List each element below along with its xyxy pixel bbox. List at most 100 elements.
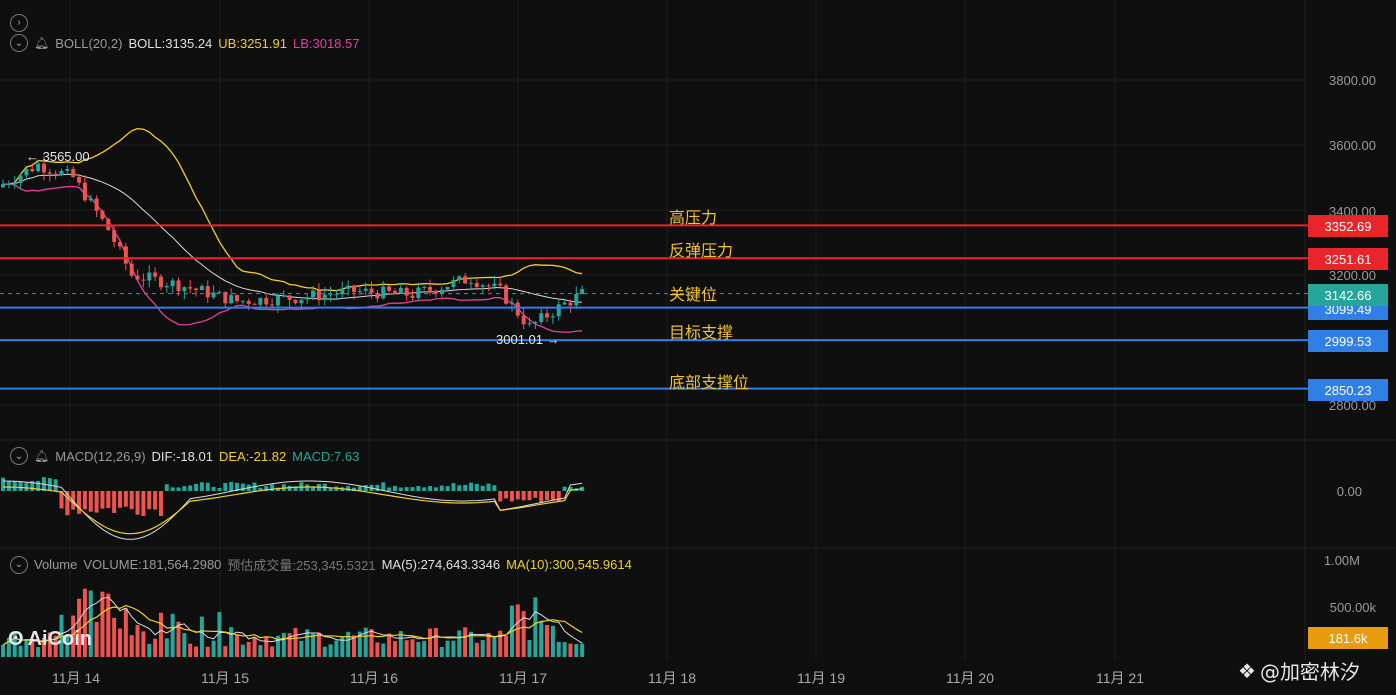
chevron-down-icon[interactable]: ⌄ [10,447,28,465]
candle-body [118,242,122,247]
volume-bar [147,643,152,657]
candle-body [53,173,58,176]
date-label: 11月 18 [648,670,696,686]
date-label: 11月 15 [201,670,249,686]
chevron-down-icon[interactable]: ⌄ [10,34,28,52]
candle-body [170,280,175,287]
volume-bar [316,632,321,657]
macd-histogram-bar [433,487,438,491]
candle-body [281,295,286,297]
boll-mid-value: BOLL:3135.24 [128,35,213,51]
candle-body [194,288,199,291]
candle-body [41,163,46,173]
candle-body [568,302,573,306]
volume-bar [293,628,298,657]
macd-histogram-bar [118,491,122,508]
macd-histogram-bar [77,491,82,514]
boll-name[interactable]: BOLL(20,2) [55,36,122,51]
macd-histogram-bar [410,487,415,491]
macd-axis-label: 0.00 [1336,484,1362,499]
macd-histogram-bar [199,482,204,491]
macd-histogram-bar [18,481,23,491]
macd-histogram-bar [422,487,427,491]
macd-histogram-bar [205,482,210,491]
chevron-down-icon[interactable]: ⌄ [10,555,28,574]
candle-body [416,287,421,298]
price-badge-rebound-pressure: 3251.61 [1308,248,1388,270]
bell-icon[interactable]: 🔔︎ [34,449,49,463]
volume-bar [463,627,468,657]
candle-body [246,300,251,304]
collapse-toggle[interactable]: › [10,12,28,32]
macd-histogram-bar [211,486,216,491]
macd-histogram-bar [428,486,433,491]
candle-body [433,290,438,294]
macd-histogram-bar [129,491,134,510]
macd-histogram-bar [451,483,456,491]
volume-bar [223,646,228,657]
macd-histogram-bar [545,491,550,501]
volume-bar [135,624,140,657]
candle-body [258,298,263,305]
candle-body [275,295,280,306]
volume-bar [112,617,117,657]
boll-mid-line [3,173,583,303]
candle-body [112,230,117,243]
macd-hist-value: MACD:7.63 [292,448,360,464]
volume-bar [451,640,456,657]
macd-histogram-bar [457,485,462,491]
candle-body [521,315,526,325]
price-badge-current: 3142.66 [1308,284,1388,306]
volume-name[interactable]: Volume [34,557,77,572]
macd-histogram-bar [82,491,87,510]
volume-bar [474,642,479,657]
bell-icon[interactable]: 🔔︎ [34,36,49,50]
macd-name[interactable]: MACD(12,26,9) [55,449,145,464]
aicoin-logo-icon: ʘ [8,628,24,650]
candle-body [205,286,210,298]
candle-body [334,294,339,296]
candle-body [71,169,76,177]
price-axis-label: 3800.00 [1329,73,1376,88]
chart-canvas[interactable] [0,0,1396,695]
volume-bar [100,591,105,657]
candle-body [556,304,561,317]
candle-body [1,184,5,188]
macd-histogram-bar [533,491,538,498]
candle-body [363,288,368,291]
macd-histogram-bar [392,485,397,491]
macd-histogram-bar [94,491,99,513]
macd-histogram-bar [398,487,403,491]
macd-histogram-bar [287,485,292,491]
boll-upper-value: UB:3251.91 [218,35,287,51]
volume-bar [480,640,485,657]
candle-body [305,297,310,300]
candle-body [498,283,503,286]
volume-bar [334,640,339,657]
candle-body [36,163,41,172]
candle-body [492,283,497,287]
volume-bar [141,631,146,657]
candle-body [182,287,187,292]
volume-bar [445,640,450,657]
candle-body [340,288,345,295]
candle-body [94,198,99,211]
candle-body [47,172,52,174]
candle-body [199,286,204,291]
macd-histogram-bar [474,483,479,491]
volume-bar [416,642,421,657]
macd-histogram-bar [164,484,169,491]
volume-bar [264,637,269,657]
candle-body [240,300,245,302]
volume-bar [158,612,163,657]
candle-body [509,302,514,304]
date-label: 11月 16 [350,670,398,686]
candle-body [381,286,386,299]
macd-histogram-bar [153,491,158,510]
date-label: 11月 21 [1096,670,1144,686]
volume-bar [205,646,210,657]
macd-histogram-bar [112,491,117,513]
volume-bar [240,644,245,657]
candle-body [188,287,193,289]
candle-body [580,289,585,294]
